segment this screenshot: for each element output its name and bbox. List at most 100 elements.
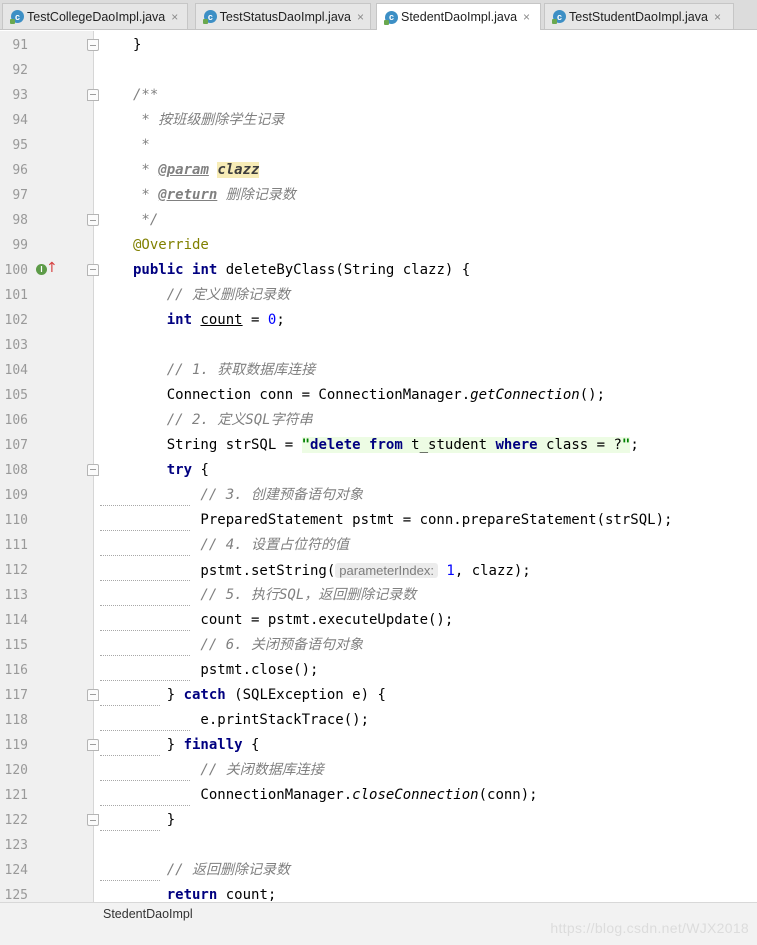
java-class-icon: c bbox=[203, 10, 217, 24]
code-line[interactable]: 101 // 定义删除记录数 bbox=[0, 283, 757, 308]
line-number: 102 bbox=[4, 313, 28, 328]
tab-teststatusdaoimpl[interactable]: c TestStatusDaoImpl.java × bbox=[195, 3, 371, 29]
code-line[interactable]: 99 @Override bbox=[0, 233, 757, 258]
close-icon[interactable]: × bbox=[714, 10, 721, 24]
code-line[interactable]: 119 } finally { bbox=[0, 733, 757, 758]
close-icon[interactable]: × bbox=[523, 10, 530, 24]
code-line[interactable]: 97 * @return 删除记录数 bbox=[0, 183, 757, 208]
fold-open-icon[interactable] bbox=[87, 264, 99, 276]
fold-open-icon[interactable] bbox=[87, 739, 99, 751]
code-line[interactable]: 100 I ↑ public int deleteByClass(String … bbox=[0, 258, 757, 283]
line-number: 100 bbox=[4, 263, 28, 278]
arrow-up-icon[interactable]: ↑ bbox=[46, 260, 58, 276]
line-number: 118 bbox=[4, 713, 28, 728]
code-line[interactable]: 110 PreparedStatement pstmt = conn.prepa… bbox=[0, 508, 757, 533]
code-line[interactable]: 102 int count = 0; bbox=[0, 308, 757, 333]
code-line[interactable]: 120 // 关闭数据库连接 bbox=[0, 758, 757, 783]
code-line[interactable]: 122 } bbox=[0, 808, 757, 833]
tab-label: TestCollegeDaoImpl.java bbox=[27, 9, 166, 24]
line-number: 94 bbox=[12, 113, 28, 128]
line-number: 93 bbox=[12, 88, 28, 103]
code-line[interactable]: 107 String strSQL = "delete from t_stude… bbox=[0, 433, 757, 458]
breadcrumb[interactable]: StedentDaoImpl bbox=[103, 907, 193, 921]
code-line[interactable]: 115 // 6. 关闭预备语句对象 bbox=[0, 633, 757, 658]
line-number: 120 bbox=[4, 763, 28, 778]
code-line[interactable]: 92 bbox=[0, 58, 757, 83]
code-line[interactable]: 105 Connection conn = ConnectionManager.… bbox=[0, 383, 757, 408]
line-number: 124 bbox=[4, 863, 28, 878]
watermark: https://blog.csdn.net/WJX2018 bbox=[550, 920, 749, 936]
line-number: 99 bbox=[12, 238, 28, 253]
java-class-icon: c bbox=[384, 10, 398, 25]
line-number: 111 bbox=[4, 538, 28, 553]
tab-label: StedentDaoImpl.java bbox=[401, 10, 518, 24]
line-number: 113 bbox=[4, 588, 28, 603]
line-number: 95 bbox=[12, 138, 28, 153]
fold-end-icon[interactable] bbox=[87, 214, 99, 226]
line-number: 98 bbox=[12, 213, 28, 228]
line-number: 119 bbox=[4, 738, 28, 753]
line-number: 104 bbox=[4, 363, 28, 378]
code-line[interactable]: 116 pstmt.close(); bbox=[0, 658, 757, 683]
code-line[interactable]: 123 bbox=[0, 833, 757, 858]
code-line[interactable]: 98 */ bbox=[0, 208, 757, 233]
line-number: 91 bbox=[12, 38, 28, 53]
tab-testcollegedaoimpl[interactable]: c TestCollegeDaoImpl.java × bbox=[2, 3, 188, 29]
line-number: 116 bbox=[4, 663, 28, 678]
code-line[interactable]: 104 // 1. 获取数据库连接 bbox=[0, 358, 757, 383]
close-icon[interactable]: × bbox=[171, 10, 178, 24]
line-number: 115 bbox=[4, 638, 28, 653]
code-editor[interactable]: 91 } 92 93 /** 94 * 按班级删除学生记录 95 * 96 * … bbox=[0, 31, 757, 902]
code-line[interactable]: 125 return count; bbox=[0, 883, 757, 902]
fold-end-icon[interactable] bbox=[87, 39, 99, 51]
line-number: 109 bbox=[4, 488, 28, 503]
close-icon[interactable]: × bbox=[357, 10, 364, 24]
tab-stedentdaoimpl[interactable]: c StedentDaoImpl.java × bbox=[376, 3, 541, 30]
code-line[interactable]: 108 try { bbox=[0, 458, 757, 483]
line-number: 125 bbox=[4, 888, 28, 902]
line-number: 114 bbox=[4, 613, 28, 628]
line-number: 121 bbox=[4, 788, 28, 803]
code-line[interactable]: 118 e.printStackTrace(); bbox=[0, 708, 757, 733]
code-line[interactable]: 114 count = pstmt.executeUpdate(); bbox=[0, 608, 757, 633]
line-number: 108 bbox=[4, 463, 28, 478]
code-line[interactable]: 106 // 2. 定义SQL字符串 bbox=[0, 408, 757, 433]
code-line[interactable]: 112 pstmt.setString(parameterIndex: 1, c… bbox=[0, 558, 757, 583]
fold-open-icon[interactable] bbox=[87, 689, 99, 701]
code-line[interactable]: 113 // 5. 执行SQL，返回删除记录数 bbox=[0, 583, 757, 608]
fold-end-icon[interactable] bbox=[87, 814, 99, 826]
code-line[interactable]: 94 * 按班级删除学生记录 bbox=[0, 108, 757, 133]
java-class-icon: c bbox=[552, 10, 566, 24]
code-line[interactable]: 117 } catch (SQLException e) { bbox=[0, 683, 757, 708]
tab-label: TestStatusDaoImpl.java bbox=[219, 9, 351, 24]
line-number: 96 bbox=[12, 163, 28, 178]
java-class-icon: c bbox=[10, 10, 24, 24]
line-number: 122 bbox=[4, 813, 28, 828]
code-line[interactable]: 124 // 返回删除记录数 bbox=[0, 858, 757, 883]
parameter-hint: parameterIndex: bbox=[335, 563, 438, 578]
editor-tab-bar: c TestCollegeDaoImpl.java × c TestStatus… bbox=[0, 0, 757, 30]
line-number: 92 bbox=[12, 63, 28, 78]
tab-label: TestStudentDaoImpl.java bbox=[569, 9, 708, 24]
code-line[interactable]: 91 } bbox=[0, 33, 757, 58]
tab-teststudentdaoimpl[interactable]: c TestStudentDaoImpl.java × bbox=[544, 3, 734, 29]
code-line[interactable]: 109 // 3. 创建预备语句对象 bbox=[0, 483, 757, 508]
code-line[interactable]: 103 bbox=[0, 333, 757, 358]
breadcrumb-bar: StedentDaoImpl https://blog.csdn.net/WJX… bbox=[0, 902, 757, 945]
line-number: 123 bbox=[4, 838, 28, 853]
fold-open-icon[interactable] bbox=[87, 89, 99, 101]
line-number: 110 bbox=[4, 513, 28, 528]
code-line[interactable]: 96 * @param clazz bbox=[0, 158, 757, 183]
line-number: 112 bbox=[4, 563, 28, 578]
code-line[interactable]: 93 /** bbox=[0, 83, 757, 108]
line-number: 106 bbox=[4, 413, 28, 428]
fold-open-icon[interactable] bbox=[87, 464, 99, 476]
line-number: 105 bbox=[4, 388, 28, 403]
line-number: 103 bbox=[4, 338, 28, 353]
code-line[interactable]: 111 // 4. 设置占位符的值 bbox=[0, 533, 757, 558]
line-number: 97 bbox=[12, 188, 28, 203]
code-line[interactable]: 121 ConnectionManager.closeConnection(co… bbox=[0, 783, 757, 808]
line-number: 117 bbox=[4, 688, 28, 703]
line-number: 101 bbox=[4, 288, 28, 303]
code-line[interactable]: 95 * bbox=[0, 133, 757, 158]
